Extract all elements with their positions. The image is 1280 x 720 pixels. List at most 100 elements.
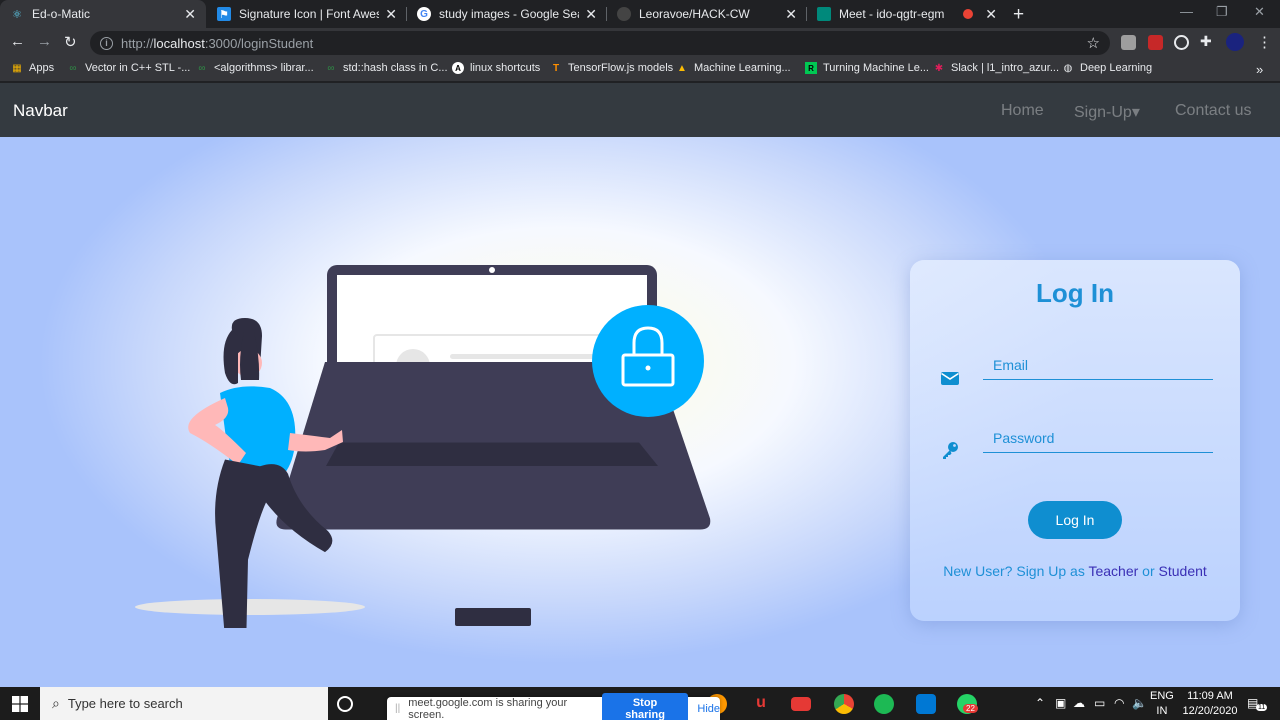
bookmark-apps[interactable]: ▦ Apps	[11, 62, 54, 74]
bookmarks-bar: ▦ Apps ∞ Vector in C++ STL -... ∞ <algorith…	[0, 58, 1280, 82]
bookmark-label: <algorithms> librar...	[214, 62, 314, 74]
browser-toolbar: ← → ↻ i http://localhost:3000/loginStude…	[0, 28, 1280, 58]
bookmark-item[interactable]: T TensorFlow.js models	[550, 62, 673, 74]
bookmark-item[interactable]: ✱ Slack | l1_intro_azur...	[933, 62, 1059, 74]
maximize-icon[interactable]: ❐	[1216, 4, 1228, 20]
nav-home[interactable]: Home	[1001, 102, 1044, 120]
bookmark-star-icon[interactable]: ☆	[1087, 34, 1100, 52]
trackpad	[455, 608, 531, 626]
close-icon[interactable]: ✕	[985, 6, 997, 23]
login-title: Log In	[1036, 278, 1114, 308]
meet-tray-icon[interactable]: ▣	[1055, 696, 1066, 710]
login-card: Log In Log In New User? Sign Up as Teach…	[910, 260, 1240, 621]
language-indicator[interactable]: ENG IN	[1150, 689, 1174, 719]
ground-shadow	[135, 599, 365, 615]
globe-icon: ◍	[1063, 62, 1073, 74]
window-close-icon[interactable]: ✕	[1254, 4, 1265, 20]
clock[interactable]: 11:09 AM 12/20/2020	[1180, 689, 1240, 719]
gfg-icon: ∞	[69, 62, 77, 74]
share-message: meet.google.com is sharing your screen.	[408, 696, 568, 720]
youtube-icon[interactable]	[791, 697, 811, 711]
clock-date: 12/20/2020	[1182, 705, 1238, 717]
bookmark-item[interactable]: R Turning Machine Le...	[805, 62, 929, 74]
close-icon[interactable]: ✕	[785, 6, 797, 23]
bookmark-item[interactable]: ∞ Vector in C++ STL -...	[67, 62, 190, 74]
udemy-icon[interactable]: u	[751, 694, 771, 714]
info-icon[interactable]: i	[100, 36, 113, 50]
puzzle-icon[interactable]: ✚	[1200, 33, 1212, 50]
url-scheme: http://	[121, 35, 154, 51]
tensorflow-icon: T	[552, 62, 560, 74]
site-navbar: Navbar Home Sign-Up▾ Contact us	[0, 83, 1280, 137]
chevron-up-icon[interactable]: ⌃	[1035, 696, 1045, 710]
tab-google-search[interactable]: G study images - Google Search ✕	[407, 0, 607, 28]
extension-icon[interactable]	[1148, 35, 1163, 50]
battery-icon[interactable]: ▭	[1094, 696, 1105, 710]
more-bookmarks-icon[interactable]: »	[1256, 62, 1263, 77]
font-awesome-icon: ⚑	[217, 7, 231, 21]
taskbar-search[interactable]: ⌕ Type here to search	[40, 687, 328, 720]
tab-meet[interactable]: Meet - ido-qgtr-egm ✕	[807, 0, 1007, 28]
browser-tab-strip: ⚛ Ed-o-Matic ✕ ⚑ Signature Icon | Font A…	[0, 0, 1280, 28]
meet-icon	[817, 7, 831, 21]
tab-title: Leoravoe/HACK-CW	[639, 7, 750, 21]
nav-sign-up-label: Sign-Up	[1074, 104, 1132, 121]
spotify-icon[interactable]	[874, 694, 894, 714]
stop-sharing-button[interactable]: Stop sharing	[601, 692, 689, 720]
screen-share-bar: || meet.google.com is sharing your scree…	[387, 692, 720, 720]
navbar-brand[interactable]: Navbar	[13, 101, 68, 121]
back-icon[interactable]: ←	[10, 33, 25, 50]
avatar[interactable]	[1226, 33, 1244, 51]
close-icon[interactable]: ✕	[184, 6, 196, 23]
bookmark-item[interactable]: Alinux shortcuts	[452, 62, 540, 74]
cortana-icon[interactable]	[337, 696, 353, 712]
minimize-icon[interactable]: —	[1180, 4, 1193, 19]
onedrive-icon[interactable]: ☁	[1073, 696, 1085, 710]
page-viewport: Navbar Home Sign-Up▾ Contact us Log In E…	[0, 83, 1280, 687]
email-field[interactable]	[983, 350, 1213, 380]
wifi-icon[interactable]: ◠	[1114, 696, 1124, 710]
login-button[interactable]: Log In	[1028, 501, 1122, 539]
address-bar[interactable]: i http://localhost:3000/loginStudent ☆	[90, 31, 1110, 55]
angular-icon: A	[452, 62, 464, 74]
screen-line	[450, 354, 595, 359]
forward-icon[interactable]: →	[37, 33, 52, 50]
nav-contact-us[interactable]: Contact us	[1175, 102, 1251, 120]
drag-handle-icon[interactable]: ||	[395, 703, 400, 714]
tab-github[interactable]: Leoravoe/HACK-CW ✕	[607, 0, 807, 28]
close-icon[interactable]: ✕	[585, 6, 597, 23]
tab-font-awesome[interactable]: ⚑ Signature Icon | Font Awesome ✕	[207, 0, 407, 28]
menu-dots-icon[interactable]: ⋮	[1257, 33, 1272, 51]
reload-icon[interactable]: ↻	[64, 33, 77, 51]
bookmark-label: linux shortcuts	[470, 62, 541, 74]
bookmark-label: Deep Learning	[1080, 62, 1153, 74]
login-illustration	[135, 265, 711, 628]
lock-keyhole	[645, 365, 651, 371]
url-text: http://localhost:3000/loginStudent	[121, 36, 313, 51]
hide-share-bar-button[interactable]: Hide	[697, 703, 720, 715]
vscode-icon[interactable]	[916, 694, 936, 714]
bookmark-item[interactable]: ▲ Machine Learning...	[676, 62, 791, 74]
drive-icon: ▲	[677, 62, 687, 74]
signup-prefix-text: New User? Sign Up as	[943, 563, 1089, 579]
tab-title: Ed-o-Matic	[32, 7, 91, 21]
bookmark-item[interactable]: ∞ std::hash class in C...	[325, 62, 447, 74]
chrome-icon[interactable]	[834, 694, 854, 714]
windows-start-icon[interactable]	[12, 696, 28, 712]
nav-sign-up[interactable]: Sign-Up▾	[1074, 102, 1140, 122]
react-icon: ⚛	[12, 8, 22, 21]
volume-icon[interactable]: 🔈	[1132, 696, 1147, 710]
new-tab-button[interactable]: +	[1013, 4, 1024, 26]
bookmark-item[interactable]: ∞ <algorithms> librar...	[196, 62, 314, 74]
extension-icon[interactable]	[1174, 35, 1189, 50]
tab-ed-o-matic[interactable]: ⚛ Ed-o-Matic ✕	[0, 0, 206, 28]
tab-title: Meet - ido-qgtr-egm	[839, 7, 945, 21]
student-signup-link[interactable]: Student	[1159, 563, 1207, 579]
key-icon	[943, 442, 958, 459]
extension-icon[interactable]	[1121, 35, 1136, 50]
teacher-signup-link[interactable]: Teacher	[1088, 563, 1138, 579]
password-field[interactable]	[983, 423, 1213, 453]
bookmark-label: Turning Machine Le...	[823, 62, 929, 74]
bookmark-item[interactable]: ◍ Deep Learning	[1062, 62, 1153, 74]
close-icon[interactable]: ✕	[385, 6, 397, 23]
